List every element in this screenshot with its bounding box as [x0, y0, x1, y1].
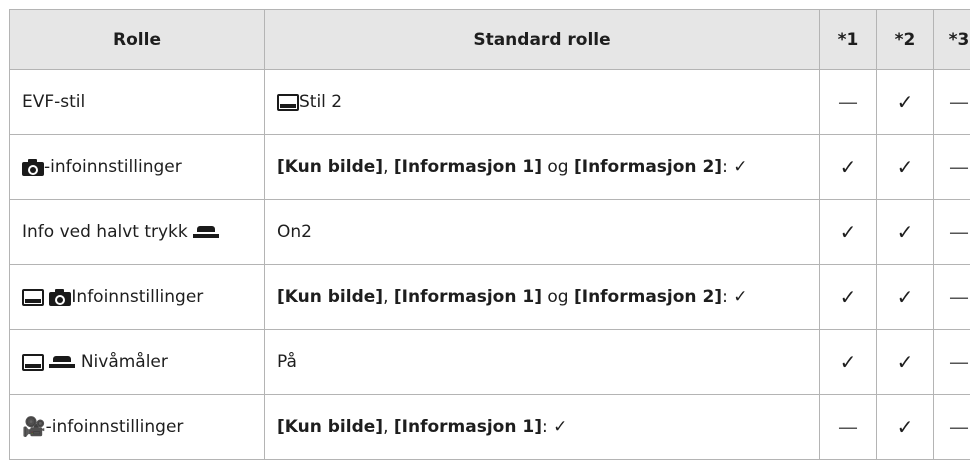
standard-value: Stil 2: [299, 92, 342, 112]
standard-value: On2: [277, 222, 312, 242]
rolle-label: -infoinnstillinger: [46, 417, 184, 437]
colon: :: [542, 417, 553, 437]
option-kun-bilde: [Kun bilde]: [277, 417, 383, 437]
rolle-cell: -infoinnstillinger: [10, 135, 265, 200]
camera-icon: [22, 159, 44, 176]
header-n2: *2: [877, 10, 934, 70]
mark-1: ✓: [820, 330, 877, 395]
mark-3: —: [934, 265, 970, 330]
colon: :: [722, 157, 733, 177]
mark-1: ✓: [820, 265, 877, 330]
separator: ,: [383, 417, 394, 437]
standard-cell: [Kun bilde], [Informasjon 1] og [Informa…: [265, 265, 820, 330]
checkmark-icon: ✓: [733, 287, 747, 307]
mark-3: —: [934, 395, 970, 460]
separator: ,: [383, 287, 394, 307]
half-press-icon: [193, 226, 219, 238]
mark-2: ✓: [877, 395, 934, 460]
header-rolle: Rolle: [10, 10, 265, 70]
option-informasjon-1: [Informasjon 1]: [394, 417, 542, 437]
checkmark-icon: ✓: [733, 157, 747, 177]
separator: ,: [383, 157, 394, 177]
header-n1: *1: [820, 10, 877, 70]
rolle-cell: 🎥-infoinnstillinger: [10, 395, 265, 460]
mark-1: —: [820, 395, 877, 460]
standard-value: På: [277, 352, 297, 372]
rolle-label: Nivåmåler: [81, 352, 168, 372]
mark-2: ✓: [877, 265, 934, 330]
rolle-label: Info ved halvt trykk: [22, 222, 188, 242]
mark-2: ✓: [877, 200, 934, 265]
mark-2: ✓: [877, 70, 934, 135]
video-icon: 🎥: [22, 418, 46, 437]
mark-2: ✓: [877, 135, 934, 200]
standard-cell: På: [265, 330, 820, 395]
mark-3: —: [934, 200, 970, 265]
table-row: Info ved halvt trykk On2 ✓ ✓ —: [10, 200, 970, 265]
option-informasjon-2: [Informasjon 2]: [574, 287, 722, 307]
header-row: Rolle Standard rolle *1 *2 *3: [10, 10, 970, 70]
monitor-icon: [277, 94, 299, 111]
monitor-icon: [22, 289, 44, 306]
settings-table: Rolle Standard rolle *1 *2 *3 EVF-stil S…: [9, 9, 970, 460]
standard-cell: [Kun bilde], [Informasjon 1] og [Informa…: [265, 135, 820, 200]
option-kun-bilde: [Kun bilde]: [277, 157, 383, 177]
rolle-label: Infoinnstillinger: [71, 287, 203, 307]
half-press-icon: [49, 356, 75, 368]
table-row: 🎥-infoinnstillinger [Kun bilde], [Inform…: [10, 395, 970, 460]
option-informasjon-2: [Informasjon 2]: [574, 157, 722, 177]
rolle-label: -infoinnstillinger: [44, 157, 182, 177]
table-row: EVF-stil Stil 2 — ✓ —: [10, 70, 970, 135]
mark-3: —: [934, 70, 970, 135]
checkmark-icon: ✓: [553, 417, 567, 437]
standard-cell: [Kun bilde], [Informasjon 1]: ✓: [265, 395, 820, 460]
option-informasjon-1: [Informasjon 1]: [394, 287, 542, 307]
rolle-label: EVF-stil: [22, 92, 85, 112]
table-row: -infoinnstillinger [Kun bilde], [Informa…: [10, 135, 970, 200]
standard-cell: On2: [265, 200, 820, 265]
rolle-cell: Infoinnstillinger: [10, 265, 265, 330]
option-kun-bilde: [Kun bilde]: [277, 287, 383, 307]
mark-1: —: [820, 70, 877, 135]
mark-3: —: [934, 135, 970, 200]
mark-2: ✓: [877, 330, 934, 395]
conjunction: og: [542, 157, 574, 177]
header-n3: *3: [934, 10, 970, 70]
camera-icon: [49, 289, 71, 306]
mark-3: —: [934, 330, 970, 395]
standard-cell: Stil 2: [265, 70, 820, 135]
mark-1: ✓: [820, 135, 877, 200]
table-row: Nivåmåler På ✓ ✓ —: [10, 330, 970, 395]
conjunction: og: [542, 287, 574, 307]
table-row: Infoinnstillinger [Kun bilde], [Informas…: [10, 265, 970, 330]
rolle-cell: Info ved halvt trykk: [10, 200, 265, 265]
header-standard-rolle: Standard rolle: [265, 10, 820, 70]
monitor-icon: [22, 354, 44, 371]
option-informasjon-1: [Informasjon 1]: [394, 157, 542, 177]
rolle-cell: EVF-stil: [10, 70, 265, 135]
rolle-cell: Nivåmåler: [10, 330, 265, 395]
colon: :: [722, 287, 733, 307]
mark-1: ✓: [820, 200, 877, 265]
